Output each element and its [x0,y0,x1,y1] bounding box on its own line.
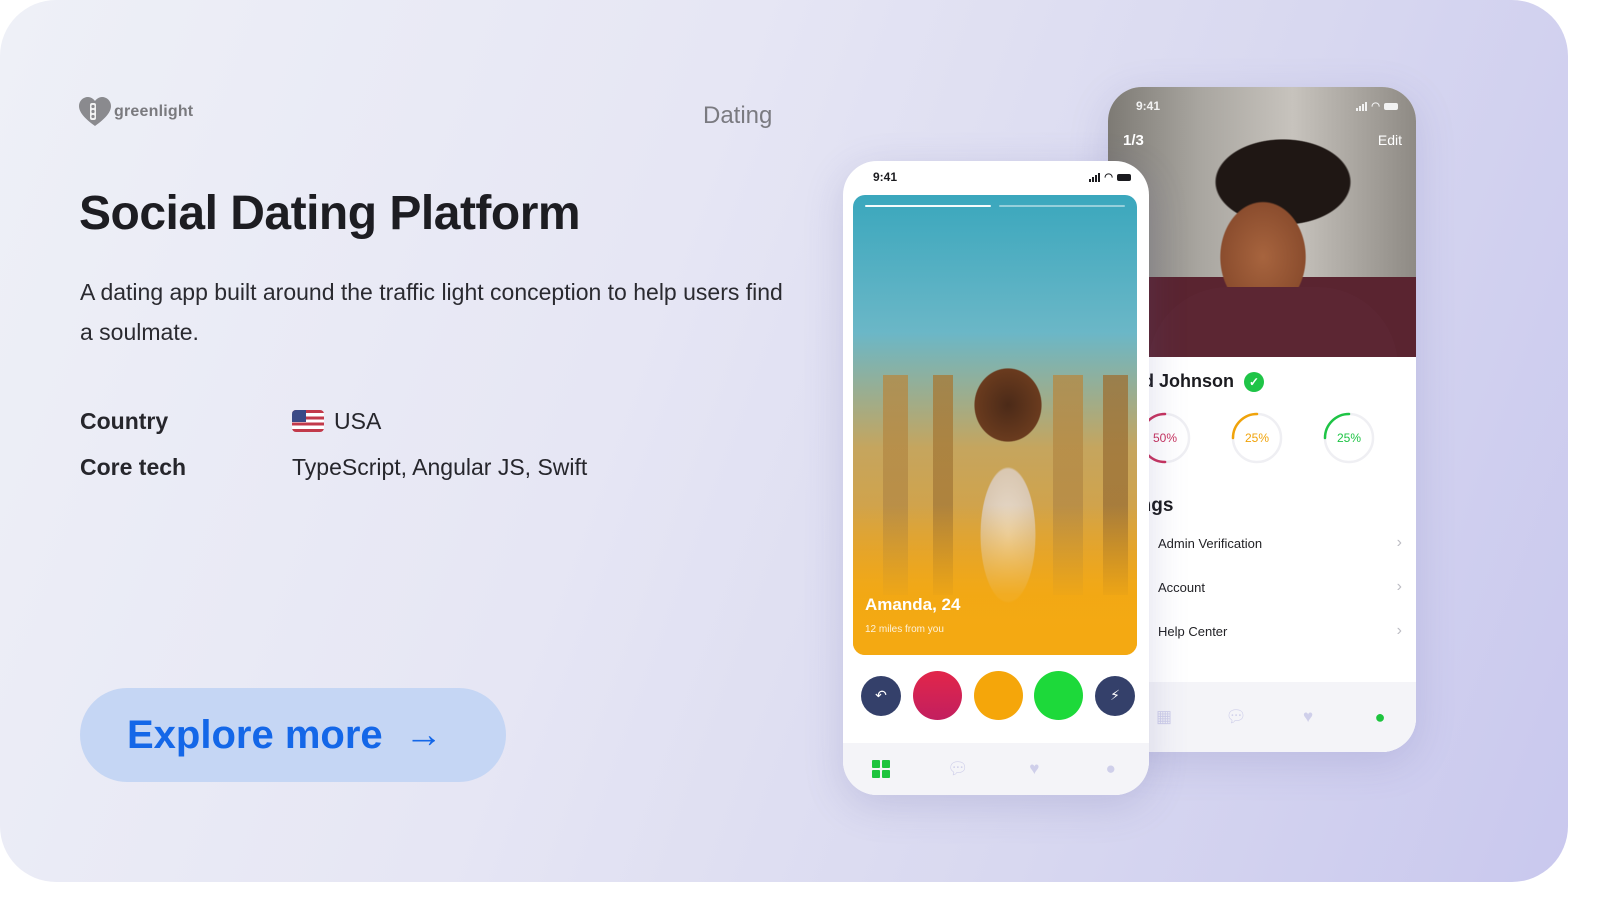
wifi-icon: ◠ [1104,171,1113,183]
arrow-right-icon: → [404,713,443,756]
signal-icon [1356,101,1368,111]
edit-button[interactable]: Edit [1378,132,1402,148]
chat-icon[interactable]: 💬︎ [947,759,969,779]
stat-ring-label: 25% [1244,431,1270,445]
yellow-light-button[interactable] [973,671,1023,720]
meta-row-country: Country USA [80,398,587,444]
tab-bar: 💬︎ ♥ ● [843,743,1149,795]
us-flag-icon [292,410,324,432]
user-icon[interactable]: ● [1100,759,1122,779]
grid-icon[interactable]: ▦ [1153,707,1175,727]
brand-logo: greenlight [78,96,193,128]
chevron-right-icon: › [1396,578,1402,595]
battery-icon [1117,173,1131,181]
profile-phone-mockup: 9:41 ◠ 1/3 Edit vid Johnson ✓ 50% 25% 25% … [1108,87,1416,752]
project-meta: Country USA Core tech TypeScript, Angula… [80,398,587,490]
chat-icon[interactable]: 💬︎ [1225,707,1247,727]
battery-icon [1384,102,1398,110]
heart-icon[interactable]: ♥ [1023,759,1045,779]
stat-ring: 25% [1230,411,1284,465]
country-value: USA [334,407,382,434]
wifi-icon: ◠ [1371,100,1380,112]
settings-item-admin-verification[interactable]: Admin Verification › [1108,521,1416,565]
story-progress [865,205,1125,207]
green-light-button[interactable] [1034,671,1084,720]
status-time: 9:41 [1136,99,1161,113]
settings-item-account[interactable]: Account › [1108,565,1416,609]
chevron-right-icon: › [1396,534,1402,551]
profile-photo [1108,87,1416,367]
boost-button[interactable]: ⚡︎ [1095,675,1135,716]
user-icon[interactable]: ● [1369,707,1391,727]
red-light-button[interactable] [912,671,962,720]
story-progress-segment [865,205,991,207]
project-card: greenlight Dating Social Dating Platform… [0,0,1568,882]
signal-icon [1089,172,1101,182]
country-label: Country [80,407,169,434]
undo-icon: ↶ [875,687,887,703]
explore-more-label: Explore more [127,712,383,757]
tech-label: Core tech [80,453,187,480]
page-title: Social Dating Platform [79,187,581,240]
photo-counter: 1/3 [1123,132,1144,149]
profile-card[interactable]: Amanda, 24 12 miles from you [853,195,1137,655]
brand-name: greenlight [114,103,194,120]
verified-check-icon: ✓ [1244,371,1265,392]
tab-bar: ▦ 💬︎ ♥ ● [1108,682,1416,752]
category-label: Dating [703,102,773,129]
profile-distance: 12 miles from you [865,624,944,635]
chevron-right-icon: › [1396,622,1402,639]
story-progress-segment [999,205,1125,207]
status-time: 9:41 [873,170,898,184]
tech-value: TypeScript, Angular JS, Swift [292,453,588,480]
profile-name: Amanda, 24 [865,595,961,614]
heart-icon[interactable]: ♥ [1297,707,1319,727]
stat-ring-label: 25% [1336,431,1362,445]
settings-list: Admin Verification › Account › Help Cent… [1108,521,1416,653]
grid-icon[interactable] [870,759,892,779]
status-bar: 9:41 ◠ [873,170,1131,184]
lightning-icon: ⚡︎ [1110,687,1120,703]
project-description: A dating app built around the traffic li… [80,279,783,345]
stats-rings: 50% 25% 25% [1138,411,1376,465]
stat-ring: 25% [1322,411,1376,465]
swipe-phone-mockup: 9:41 ◠ Amanda, 24 12 miles from you ↶ ⚡︎ [843,161,1149,795]
explore-more-button[interactable]: Explore more → [80,688,506,782]
meta-row-tech: Core tech TypeScript, Angular JS, Swift [80,444,587,490]
undo-button[interactable]: ↶ [861,675,901,716]
settings-item-help-center[interactable]: Help Center › [1108,609,1416,653]
status-bar: 9:41 ◠ [1136,99,1398,113]
heart-traffic-light-icon [78,96,112,128]
action-buttons: ↶ ⚡︎ [861,671,1135,720]
